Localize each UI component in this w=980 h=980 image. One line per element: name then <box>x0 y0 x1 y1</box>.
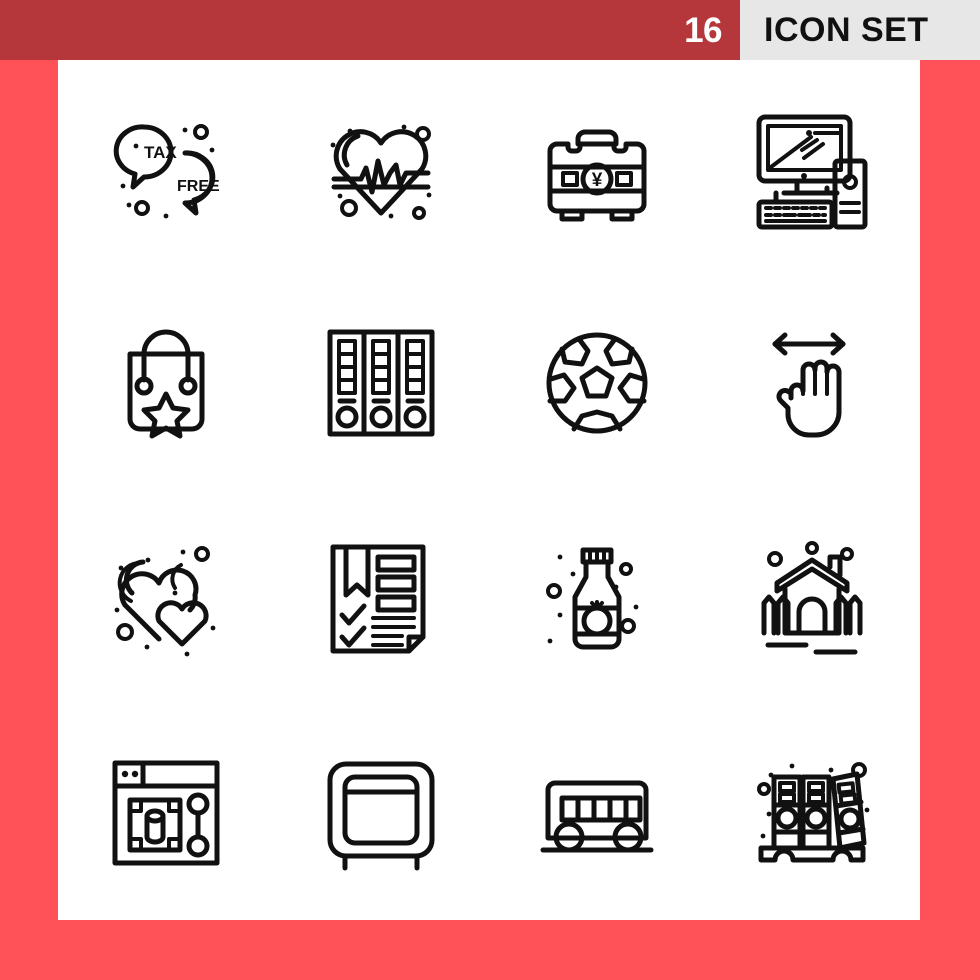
icon-grid: TAX FREE ¥ <box>58 60 920 920</box>
television-icon <box>327 761 435 870</box>
two-hearts-icon <box>114 545 216 656</box>
icon-cell-shopping-bag-star[interactable] <box>58 275 274 490</box>
checklist-document-icon <box>330 544 426 653</box>
shopping-bag-star-icon <box>127 329 205 438</box>
tax-free-speech-bubbles-icon: TAX FREE <box>113 123 220 218</box>
page-title: ICON SET <box>764 11 929 49</box>
icon-cell-two-hearts[interactable] <box>58 490 274 705</box>
ketchup-bottle-icon <box>545 547 639 649</box>
bus-icon <box>540 780 654 852</box>
browser-database-icon <box>112 760 220 865</box>
icon-set-page: 16 ICON SET TAX FREE ¥ <box>0 0 980 980</box>
archive-binders-icon <box>327 329 435 436</box>
icon-cell-archive-binders[interactable] <box>274 275 490 490</box>
house-fence-icon <box>761 540 863 654</box>
icon-cell-tax-free-speech-bubbles[interactable]: TAX FREE <box>58 60 274 275</box>
title-block: ICON SET <box>740 0 980 60</box>
desktop-computer-icon <box>756 114 868 229</box>
soccer-ball-icon <box>546 332 648 433</box>
yen-symbol: ¥ <box>591 170 602 191</box>
icon-cell-checklist-document[interactable] <box>274 490 490 705</box>
icon-cell-heartbeat-pulse[interactable] <box>274 60 490 275</box>
header-bar: 16 ICON SET <box>0 0 980 60</box>
bubble-label-free: FREE <box>177 178 220 195</box>
icon-cell-soccer-ball[interactable] <box>489 275 705 490</box>
icon-count-value: 16 <box>684 10 722 50</box>
briefcase-yen-icon: ¥ <box>547 129 647 221</box>
icon-cell-briefcase-yen[interactable]: ¥ <box>489 60 705 275</box>
icon-cell-bus[interactable] <box>489 705 705 920</box>
icon-cell-swipe-horizontal-hand[interactable] <box>705 275 921 490</box>
icon-canvas: TAX FREE ¥ <box>58 60 920 920</box>
heartbeat-pulse-icon <box>330 124 432 220</box>
icon-cell-desktop-computer[interactable] <box>705 60 921 275</box>
icon-cell-house-fence[interactable] <box>705 490 921 705</box>
icon-count-badge: 16 <box>684 0 740 60</box>
icon-cell-television[interactable] <box>274 705 490 920</box>
icon-cell-ketchup-bottle[interactable] <box>489 490 705 705</box>
icon-cell-binder-shelf[interactable] <box>705 705 921 920</box>
binder-shelf-icon <box>757 761 870 862</box>
swipe-horizontal-hand-icon <box>772 332 846 437</box>
icon-cell-browser-database[interactable] <box>58 705 274 920</box>
bubble-label-tax: TAX <box>144 143 177 162</box>
